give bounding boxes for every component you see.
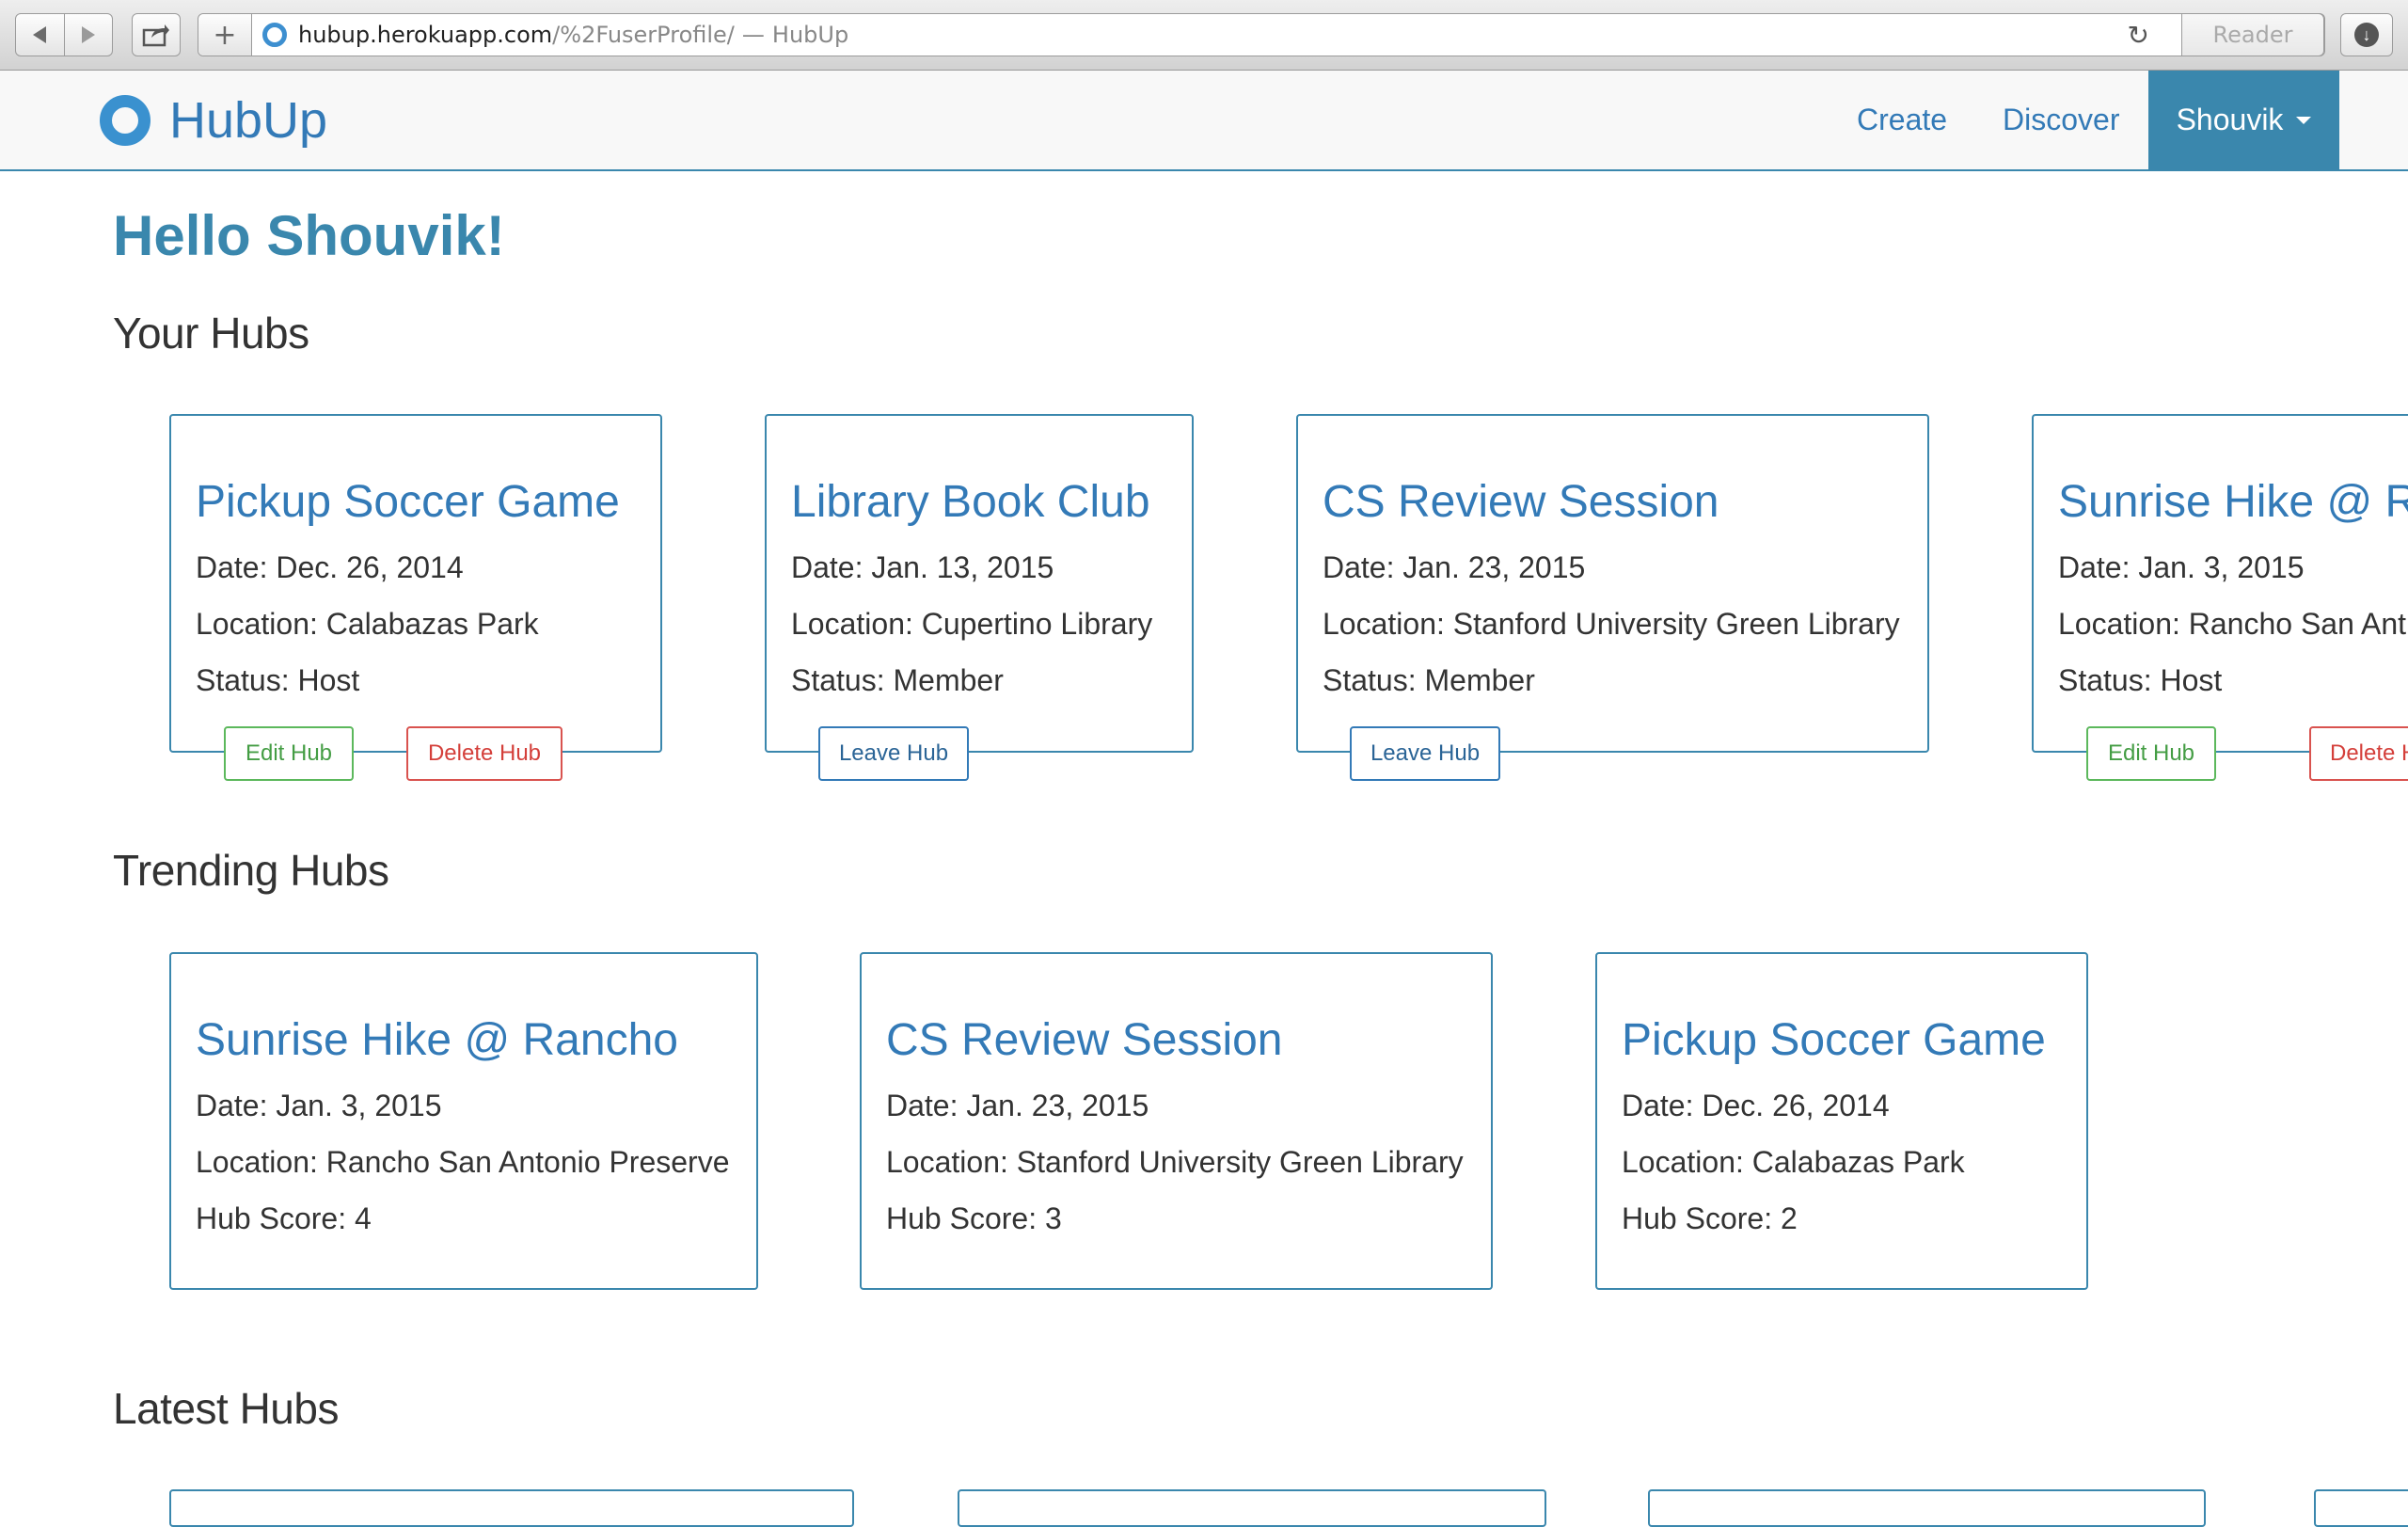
share-icon bbox=[142, 24, 169, 47]
page-title-in-address: HubUp bbox=[771, 22, 849, 48]
hub-title-link[interactable]: CS Review Session bbox=[1323, 416, 1903, 528]
hub-location: Location: Cupertino Library bbox=[791, 606, 1153, 641]
hub-location: Location: Rancho San Antonio Preserve bbox=[196, 1144, 730, 1179]
hub-title-link[interactable]: Sunrise Hike @ Rancho bbox=[196, 954, 732, 1066]
hub-title-link[interactable]: CS Review Session bbox=[886, 954, 1466, 1066]
delete-hub-button[interactable]: Delete Hub bbox=[406, 726, 562, 781]
hub-status: Status: Member bbox=[791, 662, 1004, 697]
your-hub-card: Library Book Club Date: Jan. 13, 2015 Lo… bbox=[765, 414, 1194, 753]
downloads-button[interactable]: ↓ bbox=[2340, 13, 2393, 56]
nav-create-link[interactable]: Create bbox=[1857, 71, 1947, 169]
delete-hub-button[interactable]: Delete H bbox=[2309, 726, 2408, 781]
hub-date: Date: Dec. 26, 2014 bbox=[196, 549, 464, 584]
your-hub-card: Pickup Soccer Game Date: Dec. 26, 2014 L… bbox=[169, 414, 662, 753]
hub-location: Location: Stanford University Green Libr… bbox=[1323, 606, 1900, 641]
hub-location: Location: Rancho San Ant bbox=[2058, 606, 2407, 641]
hub-status: Status: Host bbox=[2058, 662, 2223, 697]
hub-status: Status: Host bbox=[196, 662, 360, 697]
reload-icon[interactable]: ↻ bbox=[2128, 20, 2149, 51]
back-icon bbox=[33, 26, 47, 43]
your-hub-card: Sunrise Hike @ R Date: Jan. 3, 2015 Loca… bbox=[2032, 414, 2408, 753]
url-host: hubup.herokuapp.com bbox=[298, 22, 553, 48]
hub-score: Hub Score: 2 bbox=[1622, 1201, 1798, 1235]
back-button[interactable] bbox=[16, 14, 64, 56]
site-favicon-icon bbox=[262, 23, 287, 47]
leave-hub-button[interactable]: Leave Hub bbox=[818, 726, 969, 781]
your-hub-card: CS Review Session Date: Jan. 23, 2015 Lo… bbox=[1296, 414, 1929, 753]
latest-hub-card bbox=[169, 1489, 854, 1527]
hub-title-link[interactable]: Library Book Club bbox=[791, 416, 1167, 528]
share-button[interactable] bbox=[132, 13, 181, 56]
reader-button[interactable]: Reader bbox=[2181, 13, 2324, 56]
hub-date: Date: Jan. 3, 2015 bbox=[196, 1088, 442, 1122]
your-hubs-heading: Your Hubs bbox=[113, 309, 309, 358]
hub-score: Hub Score: 4 bbox=[196, 1201, 372, 1235]
brand-name: HubUp bbox=[169, 91, 328, 149]
latest-hub-card bbox=[958, 1489, 1546, 1527]
hubup-logo-icon bbox=[100, 94, 150, 146]
hub-location: Location: Stanford University Green Libr… bbox=[886, 1144, 1464, 1179]
address-bar[interactable]: + hubup.herokuapp.com /%2FuserProfile/ —… bbox=[198, 13, 2325, 56]
trending-hub-card: Sunrise Hike @ Rancho Date: Jan. 3, 2015… bbox=[169, 952, 758, 1290]
hub-status: Status: Member bbox=[1323, 662, 1535, 697]
forward-button[interactable] bbox=[63, 14, 113, 56]
hub-date: Date: Dec. 26, 2014 bbox=[1622, 1088, 1890, 1122]
user-menu-dropdown[interactable]: Shouvik bbox=[2148, 71, 2339, 169]
greeting-heading: Hello Shouvik! bbox=[113, 204, 505, 267]
trending-hub-card: Pickup Soccer Game Date: Dec. 26, 2014 L… bbox=[1595, 952, 2088, 1290]
trending-hub-card: CS Review Session Date: Jan. 23, 2015 Lo… bbox=[860, 952, 1493, 1290]
hub-date: Date: Jan. 23, 2015 bbox=[1323, 549, 1586, 584]
brand-link[interactable]: HubUp bbox=[100, 71, 327, 169]
user-menu-label: Shouvik bbox=[2176, 103, 2284, 136]
latest-hub-card bbox=[1648, 1489, 2206, 1527]
history-buttons bbox=[15, 13, 113, 56]
edit-hub-button[interactable]: Edit Hub bbox=[2086, 726, 2216, 781]
caret-down-icon bbox=[2296, 116, 2312, 124]
browser-toolbar: + hubup.herokuapp.com /%2FuserProfile/ —… bbox=[0, 0, 2408, 71]
trending-hubs-heading: Trending Hubs bbox=[113, 846, 389, 895]
edit-hub-button[interactable]: Edit Hub bbox=[224, 726, 354, 781]
download-icon: ↓ bbox=[2354, 23, 2379, 47]
hub-date: Date: Jan. 23, 2015 bbox=[886, 1088, 1149, 1122]
new-tab-icon[interactable]: + bbox=[198, 14, 252, 56]
hub-date: Date: Jan. 3, 2015 bbox=[2058, 549, 2305, 584]
leave-hub-button[interactable]: Leave Hub bbox=[1350, 726, 1500, 781]
url-separator: — bbox=[741, 22, 765, 48]
hub-title-link[interactable]: Sunrise Hike @ R bbox=[2058, 416, 2408, 528]
hub-score: Hub Score: 3 bbox=[886, 1201, 1062, 1235]
hub-title-link[interactable]: Pickup Soccer Game bbox=[196, 416, 636, 528]
url-path: /%2FuserProfile/ bbox=[552, 22, 735, 48]
hub-location: Location: Calabazas Park bbox=[196, 606, 539, 641]
forward-icon bbox=[81, 26, 95, 43]
latest-hubs-heading: Latest Hubs bbox=[113, 1384, 339, 1433]
site-navbar: HubUp Create Discover Shouvik bbox=[0, 71, 2408, 171]
hub-location: Location: Calabazas Park bbox=[1622, 1144, 1965, 1179]
latest-hub-card bbox=[2314, 1489, 2408, 1527]
hub-title-link[interactable]: Pickup Soccer Game bbox=[1622, 954, 2062, 1066]
hub-date: Date: Jan. 13, 2015 bbox=[791, 549, 1054, 584]
nav-discover-link[interactable]: Discover bbox=[2003, 71, 2119, 169]
